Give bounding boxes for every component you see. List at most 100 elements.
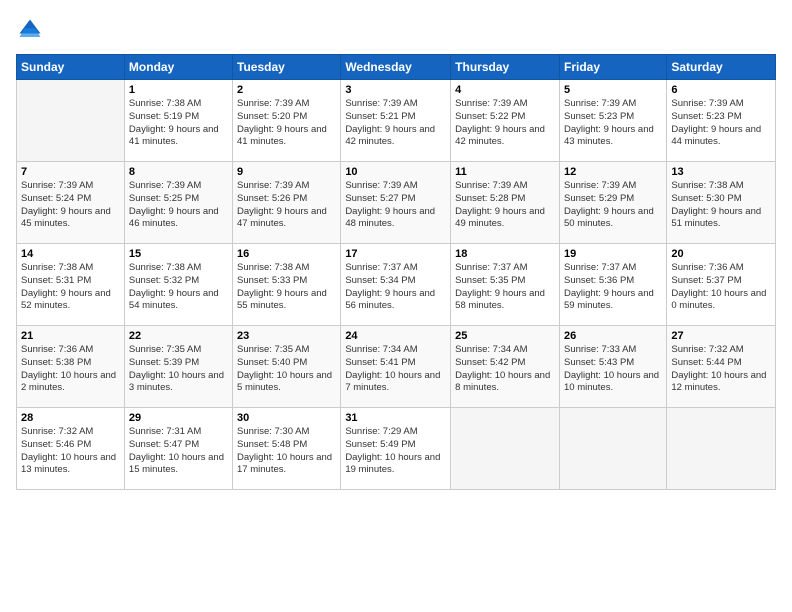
page-header xyxy=(16,16,776,44)
day-number: 17 xyxy=(345,248,446,260)
day-info: Sunrise: 7:39 AMSunset: 5:24 PMDaylight:… xyxy=(21,180,120,231)
calendar-cell xyxy=(17,80,125,162)
calendar-cell: 31 Sunrise: 7:29 AMSunset: 5:49 PMDayligh… xyxy=(341,408,451,490)
day-info: Sunrise: 7:32 AMSunset: 5:44 PMDaylight:… xyxy=(671,344,771,395)
day-info: Sunrise: 7:37 AMSunset: 5:35 PMDaylight:… xyxy=(455,262,555,313)
day-number: 19 xyxy=(564,248,662,260)
day-info: Sunrise: 7:37 AMSunset: 5:34 PMDaylight:… xyxy=(345,262,446,313)
calendar-cell xyxy=(559,408,666,490)
day-info: Sunrise: 7:32 AMSunset: 5:46 PMDaylight:… xyxy=(21,426,120,477)
calendar-cell: 29Sunrise: 7:31 AMSunset: 5:47 PMDayligh… xyxy=(124,408,232,490)
day-number: 30 xyxy=(237,412,336,424)
calendar-cell: 2 Sunrise: 7:39 AMSunset: 5:20 PMDaylight… xyxy=(233,80,341,162)
weekday-header-wednesday: Wednesday xyxy=(341,55,451,80)
logo-icon xyxy=(16,16,44,44)
calendar-cell: 12 Sunrise: 7:39 AMSunset: 5:29 PMDayligh… xyxy=(559,162,666,244)
calendar-cell: 28Sunrise: 7:32 AMSunset: 5:46 PMDayligh… xyxy=(17,408,125,490)
weekday-header-sunday: Sunday xyxy=(17,55,125,80)
calendar-cell: 30 Sunrise: 7:30 AMSunset: 5:48 PMDayligh… xyxy=(233,408,341,490)
weekday-header-friday: Friday xyxy=(559,55,666,80)
calendar-cell: 8Sunrise: 7:39 AMSunset: 5:25 PMDaylight… xyxy=(124,162,232,244)
calendar-cell: 3 Sunrise: 7:39 AMSunset: 5:21 PMDaylight… xyxy=(341,80,451,162)
day-info: Sunrise: 7:38 AMSunset: 5:31 PMDaylight:… xyxy=(21,262,120,313)
calendar-table: SundayMondayTuesdayWednesdayThursdayFrid… xyxy=(16,54,776,490)
calendar-cell: 6 Sunrise: 7:39 AMSunset: 5:23 PMDaylight… xyxy=(667,80,776,162)
day-info: Sunrise: 7:29 AMSunset: 5:49 PMDaylight:… xyxy=(345,426,446,477)
day-info: Sunrise: 7:39 AMSunset: 5:21 PMDaylight:… xyxy=(345,98,446,149)
calendar-cell: 21 Sunrise: 7:36 AMSunset: 5:38 PMDayligh… xyxy=(17,326,125,408)
calendar-week-row: 7 Sunrise: 7:39 AMSunset: 5:24 PMDaylight… xyxy=(17,162,776,244)
day-number: 5 xyxy=(564,84,662,96)
calendar-cell: 9 Sunrise: 7:39 AMSunset: 5:26 PMDaylight… xyxy=(233,162,341,244)
day-number: 1 xyxy=(129,84,228,96)
weekday-header-saturday: Saturday xyxy=(667,55,776,80)
day-number: 24 xyxy=(345,330,446,342)
day-info: Sunrise: 7:39 AMSunset: 5:23 PMDaylight:… xyxy=(671,98,771,149)
calendar-cell: 27 Sunrise: 7:32 AMSunset: 5:44 PMDayligh… xyxy=(667,326,776,408)
calendar-week-row: 1 Sunrise: 7:38 AMSunset: 5:19 PMDaylight… xyxy=(17,80,776,162)
calendar-cell: 26 Sunrise: 7:33 AMSunset: 5:43 PMDayligh… xyxy=(559,326,666,408)
calendar-cell: 14 Sunrise: 7:38 AMSunset: 5:31 PMDayligh… xyxy=(17,244,125,326)
day-number: 21 xyxy=(21,330,120,342)
day-number: 6 xyxy=(671,84,771,96)
day-info: Sunrise: 7:36 AMSunset: 5:38 PMDaylight:… xyxy=(21,344,120,395)
day-number: 2 xyxy=(237,84,336,96)
day-info: Sunrise: 7:34 AMSunset: 5:42 PMDaylight:… xyxy=(455,344,555,395)
logo xyxy=(16,16,48,44)
day-number: 10 xyxy=(345,166,446,178)
calendar-cell: 18 Sunrise: 7:37 AMSunset: 5:35 PMDayligh… xyxy=(451,244,560,326)
day-info: Sunrise: 7:39 AMSunset: 5:26 PMDaylight:… xyxy=(237,180,336,231)
day-info: Sunrise: 7:33 AMSunset: 5:43 PMDaylight:… xyxy=(564,344,662,395)
calendar-cell: 1 Sunrise: 7:38 AMSunset: 5:19 PMDaylight… xyxy=(124,80,232,162)
weekday-header-tuesday: Tuesday xyxy=(233,55,341,80)
calendar-cell: 25 Sunrise: 7:34 AMSunset: 5:42 PMDayligh… xyxy=(451,326,560,408)
day-number: 13 xyxy=(671,166,771,178)
day-number: 12 xyxy=(564,166,662,178)
calendar-week-row: 14 Sunrise: 7:38 AMSunset: 5:31 PMDayligh… xyxy=(17,244,776,326)
calendar-cell xyxy=(667,408,776,490)
calendar-header-row: SundayMondayTuesdayWednesdayThursdayFrid… xyxy=(17,55,776,80)
day-info: Sunrise: 7:38 AMSunset: 5:30 PMDaylight:… xyxy=(671,180,771,231)
page-container: SundayMondayTuesdayWednesdayThursdayFrid… xyxy=(0,0,792,500)
calendar-cell: 11Sunrise: 7:39 AMSunset: 5:28 PMDayligh… xyxy=(451,162,560,244)
day-number: 4 xyxy=(455,84,555,96)
calendar-week-row: 28Sunrise: 7:32 AMSunset: 5:46 PMDayligh… xyxy=(17,408,776,490)
day-number: 11 xyxy=(455,166,555,178)
day-number: 29 xyxy=(129,412,228,424)
day-number: 14 xyxy=(21,248,120,260)
calendar-cell: 23 Sunrise: 7:35 AMSunset: 5:40 PMDayligh… xyxy=(233,326,341,408)
day-number: 3 xyxy=(345,84,446,96)
day-info: Sunrise: 7:38 AMSunset: 5:19 PMDaylight:… xyxy=(129,98,228,149)
calendar-cell: 24Sunrise: 7:34 AMSunset: 5:41 PMDayligh… xyxy=(341,326,451,408)
day-info: Sunrise: 7:39 AMSunset: 5:23 PMDaylight:… xyxy=(564,98,662,149)
day-info: Sunrise: 7:30 AMSunset: 5:48 PMDaylight:… xyxy=(237,426,336,477)
calendar-cell: 13 Sunrise: 7:38 AMSunset: 5:30 PMDayligh… xyxy=(667,162,776,244)
day-number: 27 xyxy=(671,330,771,342)
day-number: 23 xyxy=(237,330,336,342)
day-info: Sunrise: 7:35 AMSunset: 5:39 PMDaylight:… xyxy=(129,344,228,395)
weekday-header-thursday: Thursday xyxy=(451,55,560,80)
calendar-cell: 10 Sunrise: 7:39 AMSunset: 5:27 PMDayligh… xyxy=(341,162,451,244)
day-number: 26 xyxy=(564,330,662,342)
day-number: 9 xyxy=(237,166,336,178)
day-number: 31 xyxy=(345,412,446,424)
day-info: Sunrise: 7:38 AMSunset: 5:32 PMDaylight:… xyxy=(129,262,228,313)
day-info: Sunrise: 7:39 AMSunset: 5:20 PMDaylight:… xyxy=(237,98,336,149)
calendar-cell: 19Sunrise: 7:37 AMSunset: 5:36 PMDayligh… xyxy=(559,244,666,326)
day-info: Sunrise: 7:39 AMSunset: 5:22 PMDaylight:… xyxy=(455,98,555,149)
calendar-cell xyxy=(451,408,560,490)
day-number: 25 xyxy=(455,330,555,342)
day-info: Sunrise: 7:36 AMSunset: 5:37 PMDaylight:… xyxy=(671,262,771,313)
weekday-header-monday: Monday xyxy=(124,55,232,80)
calendar-cell: 16Sunrise: 7:38 AMSunset: 5:33 PMDayligh… xyxy=(233,244,341,326)
calendar-week-row: 21 Sunrise: 7:36 AMSunset: 5:38 PMDayligh… xyxy=(17,326,776,408)
calendar-cell: 17 Sunrise: 7:37 AMSunset: 5:34 PMDayligh… xyxy=(341,244,451,326)
day-number: 15 xyxy=(129,248,228,260)
day-info: Sunrise: 7:39 AMSunset: 5:29 PMDaylight:… xyxy=(564,180,662,231)
day-info: Sunrise: 7:35 AMSunset: 5:40 PMDaylight:… xyxy=(237,344,336,395)
calendar-cell: 22Sunrise: 7:35 AMSunset: 5:39 PMDayligh… xyxy=(124,326,232,408)
day-number: 20 xyxy=(671,248,771,260)
day-number: 7 xyxy=(21,166,120,178)
day-info: Sunrise: 7:39 AMSunset: 5:27 PMDaylight:… xyxy=(345,180,446,231)
day-number: 18 xyxy=(455,248,555,260)
